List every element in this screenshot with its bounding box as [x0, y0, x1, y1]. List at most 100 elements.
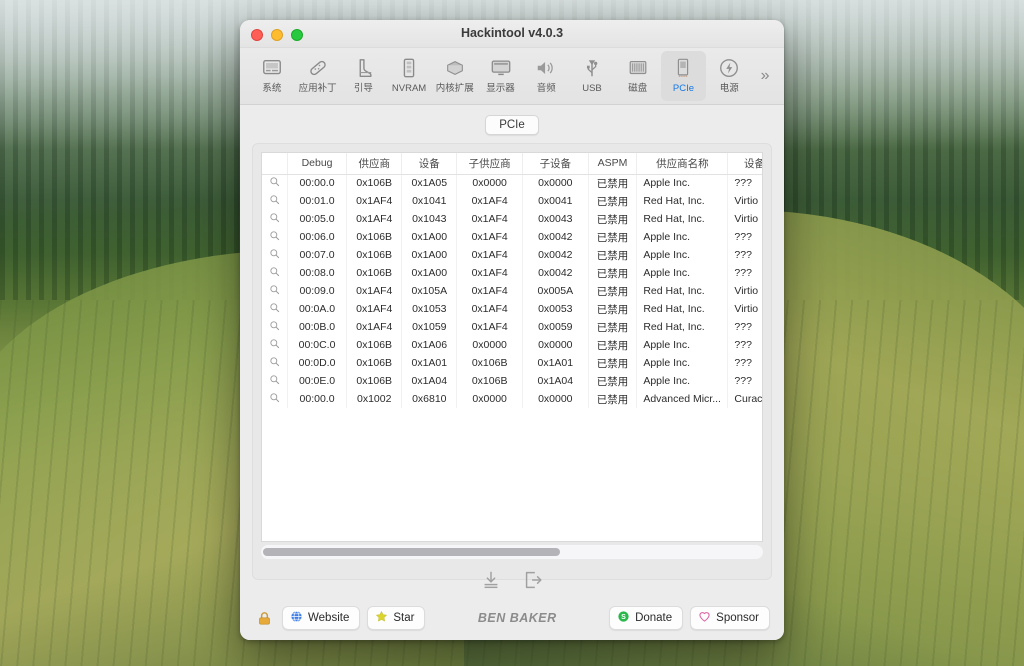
cell-vendor: 0x106B — [346, 354, 403, 372]
magnifier-icon[interactable] — [262, 336, 288, 354]
toolbar-item-label: 引导 — [353, 83, 373, 94]
cell-aspm: 已禁用 — [588, 354, 638, 372]
cell-vendor-name: Apple Inc. — [636, 246, 729, 264]
column-header-icon[interactable] — [262, 153, 288, 175]
cell-subdevice: 0x0042 — [522, 246, 589, 264]
toolbar-item-usb[interactable]: USB — [569, 51, 615, 101]
magnifier-icon[interactable] — [262, 246, 288, 264]
toolbar-item-display[interactable]: 显示器 — [478, 51, 524, 101]
column-header-aspm[interactable]: ASPM — [588, 153, 638, 175]
table-row[interactable]: 00:00.0 0x106B 0x1A05 0x0000 0x0000 已禁用 Apple … — [262, 174, 762, 192]
cell-subdevice: 0x0041 — [522, 192, 589, 210]
cell-subvendor: 0x1AF4 — [456, 228, 523, 246]
table-row[interactable]: 00:07.0 0x106B 0x1A00 0x1AF4 0x0042 已禁用 Apple … — [262, 246, 762, 264]
cell-debug: 00:06.0 — [287, 228, 348, 246]
lock-icon[interactable] — [254, 610, 275, 627]
heart-icon — [698, 610, 711, 626]
cell-device-name: ??? — [727, 354, 762, 372]
table-row[interactable]: 00:09.0 0x1AF4 0x105A 0x1AF4 0x005A 已禁用 Red Ha… — [262, 282, 762, 300]
column-header-vendor[interactable]: 供应商 — [346, 153, 403, 175]
toolbar-item-disk[interactable]: 磁盘 — [615, 51, 661, 101]
cell-device: 0x1053 — [401, 300, 458, 318]
toolbar-overflow-button[interactable]: » — [752, 51, 778, 101]
table-row[interactable]: 00:00.0 0x1002 0x6810 0x0000 0x0000 已禁用 Advanc… — [262, 390, 762, 408]
sponsor-label: Sponsor — [716, 612, 759, 624]
sponsor-button[interactable]: Sponsor — [690, 606, 770, 630]
magnifier-icon[interactable] — [262, 192, 288, 210]
toolbar-item-nvram[interactable]: NVRAM — [386, 51, 432, 101]
table-row[interactable]: 00:08.0 0x106B 0x1A00 0x1AF4 0x0042 已禁用 Apple … — [262, 264, 762, 282]
table-row[interactable]: 00:0C.0 0x106B 0x1A06 0x0000 0x0000 已禁用 Apple … — [262, 336, 762, 354]
table-row[interactable]: 00:0D.0 0x106B 0x1A01 0x106B 0x1A01 已禁用 Apple … — [262, 354, 762, 372]
cell-aspm: 已禁用 — [588, 282, 638, 300]
usb-icon — [581, 54, 603, 82]
column-header-debug[interactable]: Debug — [287, 153, 348, 175]
magnifier-icon[interactable] — [262, 372, 288, 390]
cell-vendor-name: Apple Inc. — [636, 174, 729, 192]
donate-icon: S — [617, 610, 630, 626]
footer-bar: Website Star BEN BAKER S Donate Sponsor — [240, 596, 784, 640]
table-row[interactable]: 00:0E.0 0x106B 0x1A04 0x106B 0x1A04 已禁用 Apple … — [262, 372, 762, 390]
tab-pcie[interactable]: PCIe — [485, 115, 539, 135]
download-icon[interactable] — [478, 567, 504, 593]
toolbar-item-system[interactable]: 系统 — [249, 51, 295, 101]
column-header-vendorname[interactable]: 供应商名称 — [636, 153, 729, 175]
table-row[interactable]: 00:0A.0 0x1AF4 0x1053 0x1AF4 0x0053 已禁用 Red Ha… — [262, 300, 762, 318]
cell-aspm: 已禁用 — [588, 300, 638, 318]
pcie-table-header: Debug 供应商 设备 子供应商 子设备 ASPM 供应商名称 设备名 — [262, 153, 762, 175]
cell-vendor: 0x106B — [346, 264, 403, 282]
magnifier-icon[interactable] — [262, 210, 288, 228]
donate-button[interactable]: S Donate — [609, 606, 684, 630]
website-button[interactable]: Website — [282, 606, 361, 630]
cell-subvendor: 0x1AF4 — [456, 246, 523, 264]
cell-debug: 00:0C.0 — [287, 336, 348, 354]
patch-icon — [307, 54, 329, 82]
column-header-subvendor[interactable]: 子供应商 — [456, 153, 523, 175]
window-title: Hackintool v4.0.3 — [460, 26, 564, 40]
column-header-subdevice[interactable]: 子设备 — [522, 153, 589, 175]
pcie-icon — [672, 54, 694, 82]
table-row[interactable]: 00:05.0 0x1AF4 0x1043 0x1AF4 0x0043 已禁用 Red Ha… — [262, 210, 762, 228]
cell-vendor-name: Apple Inc. — [636, 354, 729, 372]
cell-debug: 00:08.0 — [287, 264, 348, 282]
svg-text:S: S — [621, 614, 626, 621]
cell-vendor-name: Red Hat, Inc. — [636, 192, 729, 210]
magnifier-icon[interactable] — [262, 318, 288, 336]
window-titlebar: Hackintool v4.0.3 — [240, 20, 784, 48]
main-toolbar: 系统 应用补丁 引导 NVRAM 内核扩展 显示器 音频 USB 磁盘 PCIe… — [240, 48, 784, 105]
scrollbar-thumb[interactable] — [263, 548, 561, 556]
magnifier-icon[interactable] — [262, 390, 288, 408]
horizontal-scrollbar[interactable] — [261, 545, 763, 559]
toolbar-item-audio[interactable]: 音频 — [523, 51, 569, 101]
cell-subdevice: 0x0000 — [522, 336, 589, 354]
magnifier-icon[interactable] — [262, 282, 288, 300]
star-button[interactable]: Star — [367, 606, 426, 630]
export-icon[interactable] — [520, 567, 546, 593]
cell-subvendor: 0x1AF4 — [456, 318, 523, 336]
column-header-device[interactable]: 设备 — [401, 153, 458, 175]
column-header-devicename[interactable]: 设备名 — [727, 153, 762, 175]
table-row[interactable]: 00:01.0 0x1AF4 0x1041 0x1AF4 0x0041 已禁用 Red Ha… — [262, 192, 762, 210]
magnifier-icon[interactable] — [262, 354, 288, 372]
magnifier-icon[interactable] — [262, 228, 288, 246]
toolbar-item-label: 应用补丁 — [298, 83, 337, 94]
brand-logo: BEN BAKER — [477, 611, 557, 625]
magnifier-icon[interactable] — [262, 174, 288, 192]
cell-device: 0x1A06 — [401, 336, 458, 354]
cell-device-name: ??? — [727, 246, 762, 264]
table-row[interactable]: 00:06.0 0x106B 0x1A00 0x1AF4 0x0042 已禁用 Apple … — [262, 228, 762, 246]
cell-vendor: 0x106B — [346, 336, 403, 354]
toolbar-item-boot[interactable]: 引导 — [340, 51, 386, 101]
toolbar-item-pcie[interactable]: PCIe — [660, 51, 707, 101]
cell-device: 0x1043 — [401, 210, 458, 228]
cell-vendor: 0x1AF4 — [346, 300, 403, 318]
toolbar-item-kernel-ext[interactable]: 内核扩展 — [432, 51, 478, 101]
toolbar-item-app-patch[interactable]: 应用补丁 — [295, 51, 341, 101]
magnifier-icon[interactable] — [262, 264, 288, 282]
toolbar-item-power[interactable]: 电源 — [706, 51, 752, 101]
cell-device-name: Virtio — [727, 300, 762, 318]
table-row[interactable]: 00:0B.0 0x1AF4 0x1059 0x1AF4 0x0059 已禁用 Red Ha… — [262, 318, 762, 336]
magnifier-icon[interactable] — [262, 300, 288, 318]
cell-device-name: ??? — [727, 336, 762, 354]
cell-subdevice: 0x1A01 — [522, 354, 589, 372]
